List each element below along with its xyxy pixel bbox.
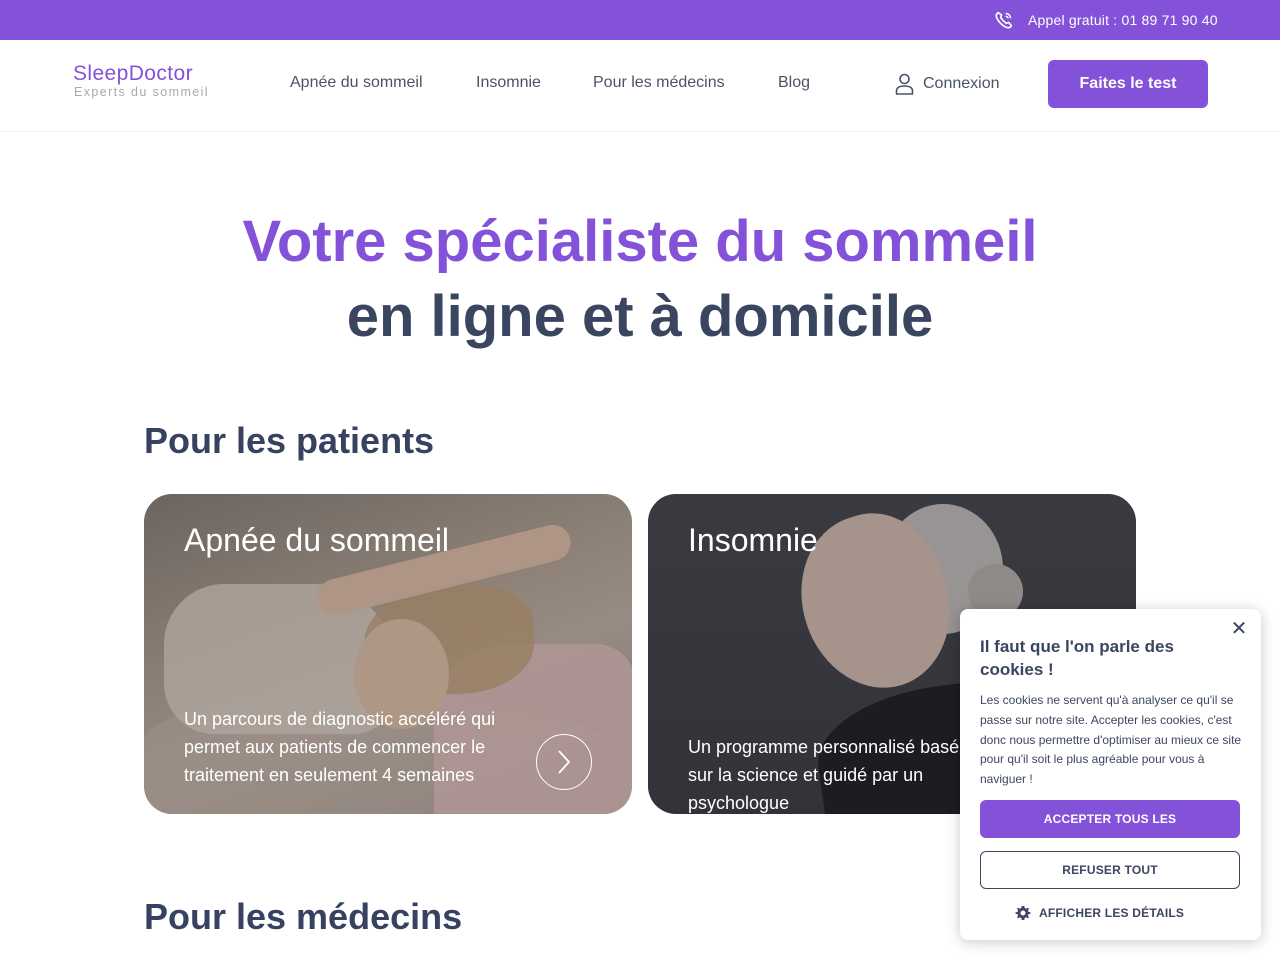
nav-insomnie[interactable]: Insomnie [476,74,541,92]
section-title-patients: Pour les patients [144,420,435,461]
accept-all-cookies-button[interactable]: ACCEPTER TOUS LES [980,800,1240,838]
chevron-right-icon [558,750,571,774]
show-details-link[interactable]: AFFICHER LES DÉTAILS [1015,905,1184,921]
card-apnee-du-sommeil[interactable]: Apnée du sommeil Un parcours de diagnost… [144,494,632,814]
logo-main-text: SleepDoctor [73,62,193,85]
login-label: Connexion [923,75,1000,92]
card-title: Apnée du sommeil [184,522,450,558]
section-title-medecins: Pour les médecins [144,896,463,937]
free-call-phone-link[interactable]: Appel gratuit : 01 89 71 90 40 [1028,12,1218,28]
card-description: Un programme personnalisé basé sur la sc… [688,737,960,813]
hero-subtitle: en ligne et à domicile [346,284,934,349]
phone-icon [995,11,1013,29]
card-arrow-button[interactable] [536,734,592,790]
card-title: Insomnie [688,522,818,558]
login-link[interactable]: Connexion [895,73,1000,95]
close-icon[interactable]: ✕ [1229,619,1249,639]
logo-subtitle: Experts du sommeil [74,85,209,99]
site-header: SleepDoctor Experts du sommeil Apnée du … [0,40,1280,132]
nav-apnee-du-sommeil[interactable]: Apnée du sommeil [290,74,423,92]
take-test-button[interactable]: Faites le test [1048,60,1208,108]
user-icon [895,73,914,95]
cookie-consent-dialog: ✕ Il faut que l'on parle des cookies ! L… [960,609,1261,940]
nav-blog[interactable]: Blog [778,74,810,92]
card-description: Un parcours de diagnostic accéléré qui p… [184,709,496,785]
cookie-title: Il faut que l'on parle des cookies ! [980,637,1174,679]
cookie-description: Les cookies ne servent qu'à analyser ce … [980,693,1242,787]
hero-title: Votre spécialiste du sommeil [242,209,1038,274]
logo[interactable]: SleepDoctor Experts du sommeil [73,62,209,99]
gear-icon [1015,906,1031,920]
refuse-all-cookies-button[interactable]: REFUSER TOUT [980,851,1240,889]
nav-pour-les-medecins[interactable]: Pour les médecins [593,74,725,92]
show-details-label: AFFICHER LES DÉTAILS [1039,906,1185,920]
top-bar: Appel gratuit : 01 89 71 90 40 [0,0,1280,40]
